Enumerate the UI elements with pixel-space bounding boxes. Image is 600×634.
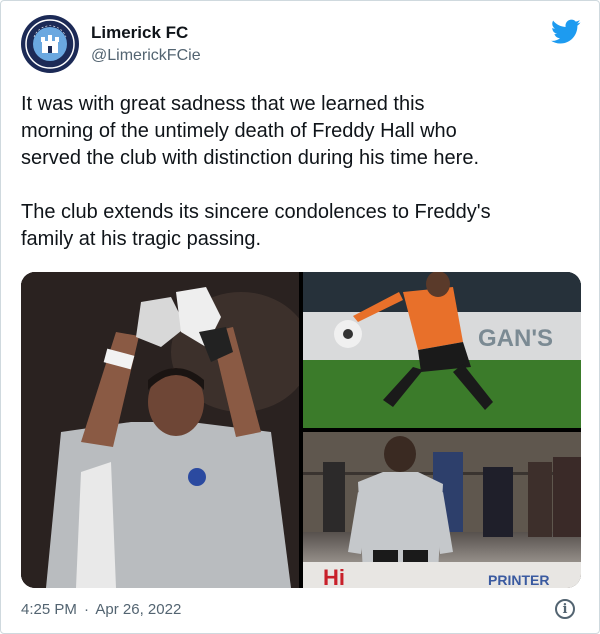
twitter-bird-icon[interactable]: [551, 19, 581, 45]
media-grid: GAN'S PRINTER Hi: [21, 272, 581, 588]
tweet-timestamp[interactable]: 4:25 PM · Apr 26, 2022: [21, 601, 184, 618]
photo-goalkeeper-applauding[interactable]: [21, 272, 299, 588]
tweet-text-line: morning of the untimely death of Freddy …: [21, 120, 457, 142]
tweet-time: 4:25 PM: [21, 601, 77, 618]
tweet-card: Limerick FC @LimerickFCie It was with gr…: [0, 0, 600, 634]
tweet-date: Apr 26, 2022: [95, 601, 182, 618]
tweet-text-line: served the club with distinction during …: [21, 147, 480, 169]
tweet-text-line: family at his tragic passing.: [21, 228, 262, 250]
tweet-text-line: The club extends its sincere condolences…: [21, 201, 491, 223]
limerick-fc-crest-icon[interactable]: [21, 15, 79, 73]
photo-goalkeeper-kicking-ball[interactable]: GAN'S: [303, 272, 581, 428]
svg-text:Hi: Hi: [323, 565, 345, 588]
tweet-text-line: It was with great sadness that we learne…: [21, 93, 425, 115]
separator-dot: ·: [84, 601, 90, 618]
author-handle[interactable]: @LimerickFCie: [91, 47, 201, 65]
banner-text: GAN'S: [478, 325, 553, 352]
photo-goalkeeper-smiling[interactable]: PRINTER Hi: [303, 432, 581, 588]
info-icon[interactable]: i: [555, 599, 575, 619]
tweet-text: It was with great sadness that we learne…: [21, 91, 586, 253]
banner-text: PRINTER: [488, 572, 549, 588]
author-name[interactable]: Limerick FC: [91, 23, 188, 43]
